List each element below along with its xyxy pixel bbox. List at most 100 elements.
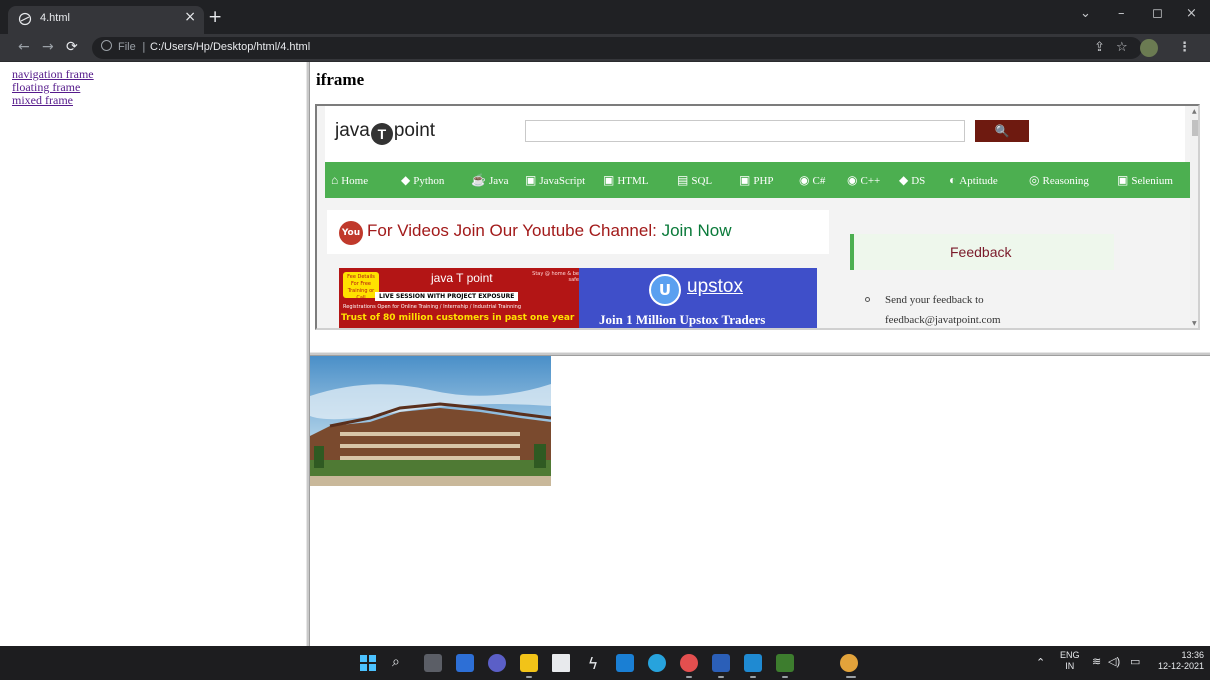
nav-php[interactable]: ▣ PHP	[739, 173, 774, 188]
nav-cpp[interactable]: ◉ C++	[847, 173, 880, 188]
url-text: C:/Users/Hp/Desktop/html/4.html	[150, 41, 311, 53]
notepad-icon[interactable]	[776, 654, 794, 672]
forward-arrow-icon[interactable]: →	[42, 39, 54, 55]
tab-close-icon[interactable]: ×	[184, 9, 196, 25]
tray-overflow-icon[interactable]: ⌃	[1036, 656, 1045, 669]
file-explorer-icon[interactable]	[520, 654, 538, 672]
widgets-icon[interactable]	[456, 654, 474, 672]
mail-icon[interactable]	[616, 654, 634, 672]
javascript-icon: ▣	[525, 173, 537, 187]
region-code: IN	[1065, 661, 1075, 671]
youtube-banner: You For Videos Join Our Youtube Channel:…	[327, 210, 829, 254]
file-scheme-label: File	[118, 41, 136, 53]
chrome-profile-icon[interactable]	[680, 654, 698, 672]
language-indicator[interactable]: ENG IN	[1060, 650, 1080, 672]
scroll-thumb[interactable]	[1192, 120, 1198, 136]
battery-icon[interactable]: ▭	[1130, 655, 1140, 668]
logo-t-icon: T	[370, 123, 393, 145]
ad-title: java T point	[431, 271, 493, 285]
browser-tab[interactable]: 4.html ×	[8, 6, 204, 34]
profile-avatar[interactable]	[1140, 39, 1158, 57]
feedback-list: Send your feedback to feedback@javatpoin…	[865, 290, 1001, 328]
clock-time: 13:36	[1181, 650, 1205, 660]
search-icon: 🔍	[994, 124, 1010, 138]
site-search-button[interactable]: 🔍	[975, 120, 1029, 142]
running-indicator	[750, 676, 756, 678]
restore-button[interactable]: ◻	[1152, 6, 1163, 21]
ds-icon: ◆	[899, 173, 909, 187]
feedback-email[interactable]: feedback@javatpoint.com	[885, 314, 1001, 326]
wifi-icon[interactable]: ≋	[1092, 655, 1101, 668]
minimize-button[interactable]: –	[1118, 6, 1125, 21]
cpp-icon: ◉	[847, 173, 858, 187]
lightning-app-icon[interactable]: ϟ	[584, 654, 602, 673]
nav-ds[interactable]: ◆ DS	[899, 173, 925, 188]
tab-title: 4.html	[40, 12, 70, 24]
new-tab-button[interactable]: +	[208, 7, 222, 27]
scroll-down-icon[interactable]: ▼	[1192, 320, 1197, 327]
dropbox-icon[interactable]	[552, 654, 570, 672]
site-search-input[interactable]	[525, 120, 965, 142]
join-now-link[interactable]: Join Now	[662, 221, 732, 240]
nav-label: Selenium	[1131, 175, 1173, 187]
sql-icon: ▤	[677, 173, 689, 187]
javatpoint-logo[interactable]: java Tpoint	[335, 120, 435, 145]
nav-csharp[interactable]: ◉ C#	[799, 173, 825, 188]
word-icon[interactable]	[712, 654, 730, 672]
site-nav-bar: ⌂ Home ◆ Python ☕ Java ▣ JavaScript ▣ HTML ▤ S…	[325, 162, 1193, 198]
html-icon: ▣	[603, 173, 615, 187]
nav-selenium[interactable]: ▣ Selenium	[1117, 173, 1173, 188]
clock-date: 12-12-2021	[1158, 661, 1205, 671]
nav-label: Python	[413, 175, 445, 187]
tab-strip: 4.html × + ⌄ – ◻ ×	[0, 0, 1210, 34]
javatpoint-ad-banner[interactable]: Fee Details For Free Training or Call ja…	[339, 268, 579, 328]
nav-html[interactable]: ▣ HTML	[603, 173, 649, 188]
nav-javascript[interactable]: ▣ JavaScript	[525, 173, 585, 188]
edge-icon[interactable]	[648, 654, 666, 672]
nav-home[interactable]: ⌂ Home	[331, 173, 368, 188]
upstox-headline: Join 1 Million Upstox Traders	[599, 312, 766, 327]
youtube-icon[interactable]: You	[339, 221, 363, 245]
star-icon[interactable]: ☆	[1116, 40, 1128, 55]
iframe-scrollbar[interactable]: ▲ ▼	[1190, 106, 1198, 328]
campus-building-image	[310, 356, 551, 486]
nav-java[interactable]: ☕ Java	[471, 173, 509, 188]
logo-point: point	[393, 120, 436, 141]
java-icon: ☕	[471, 173, 486, 187]
tab-search-icon[interactable]: ⌄	[1080, 6, 1091, 21]
embedded-iframe[interactable]: java Tpoint 🔍 ⌂ Home ◆ Python ☕ Java ▣ JavaSc…	[315, 104, 1200, 330]
info-icon[interactable]	[101, 40, 112, 51]
running-indicator	[782, 676, 788, 678]
address-bar[interactable]: File | C:/Users/Hp/Desktop/html/4.html	[92, 37, 1142, 59]
language-code: ENG	[1060, 650, 1080, 660]
teams-chat-icon[interactable]	[488, 654, 506, 672]
close-window-button[interactable]: ×	[1186, 6, 1197, 21]
reload-icon[interactable]: ⟳	[66, 39, 78, 55]
link-mixed-frame[interactable]: mixed frame	[12, 94, 306, 107]
nav-aptitude[interactable]: ◐ Aptitude	[949, 173, 998, 188]
upstox-ad-banner[interactable]: U upstox Join 1 Million Upstox Traders	[579, 268, 817, 328]
aptitude-icon: ◐	[949, 173, 957, 187]
task-view-icon[interactable]	[424, 654, 442, 672]
vscode-icon[interactable]	[744, 654, 762, 672]
clock[interactable]: 13:36 12-12-2021	[1158, 650, 1204, 672]
feedback-box: Feedback	[850, 234, 1114, 270]
nav-python[interactable]: ◆ Python	[401, 173, 444, 188]
menu-dots-icon[interactable]: ⋮	[1178, 40, 1191, 55]
nav-reasoning[interactable]: ◎ Reasoning	[1029, 173, 1089, 188]
windows-start-icon[interactable]	[360, 655, 376, 671]
search-icon[interactable]: ⌕	[392, 654, 400, 670]
windows-taskbar: ⌕ ϟ ⌃ ENG IN ≋ ◁) ▭ 13:36 12-12-2021	[0, 646, 1210, 680]
nav-label: Reasoning	[1042, 175, 1089, 187]
back-arrow-icon[interactable]: ←	[18, 39, 30, 55]
upstox-name: upstox	[687, 276, 743, 297]
scroll-up-icon[interactable]: ▲	[1192, 108, 1197, 115]
nav-label: DS	[911, 175, 926, 187]
ad-registration: Registrations Open for Online Training /…	[343, 304, 522, 310]
running-indicator	[718, 676, 724, 678]
chrome-icon[interactable]	[840, 654, 858, 672]
csharp-icon: ◉	[799, 173, 810, 187]
share-icon[interactable]: ⇪	[1094, 40, 1105, 55]
volume-icon[interactable]: ◁)	[1108, 655, 1120, 668]
nav-sql[interactable]: ▤ SQL	[677, 173, 712, 188]
